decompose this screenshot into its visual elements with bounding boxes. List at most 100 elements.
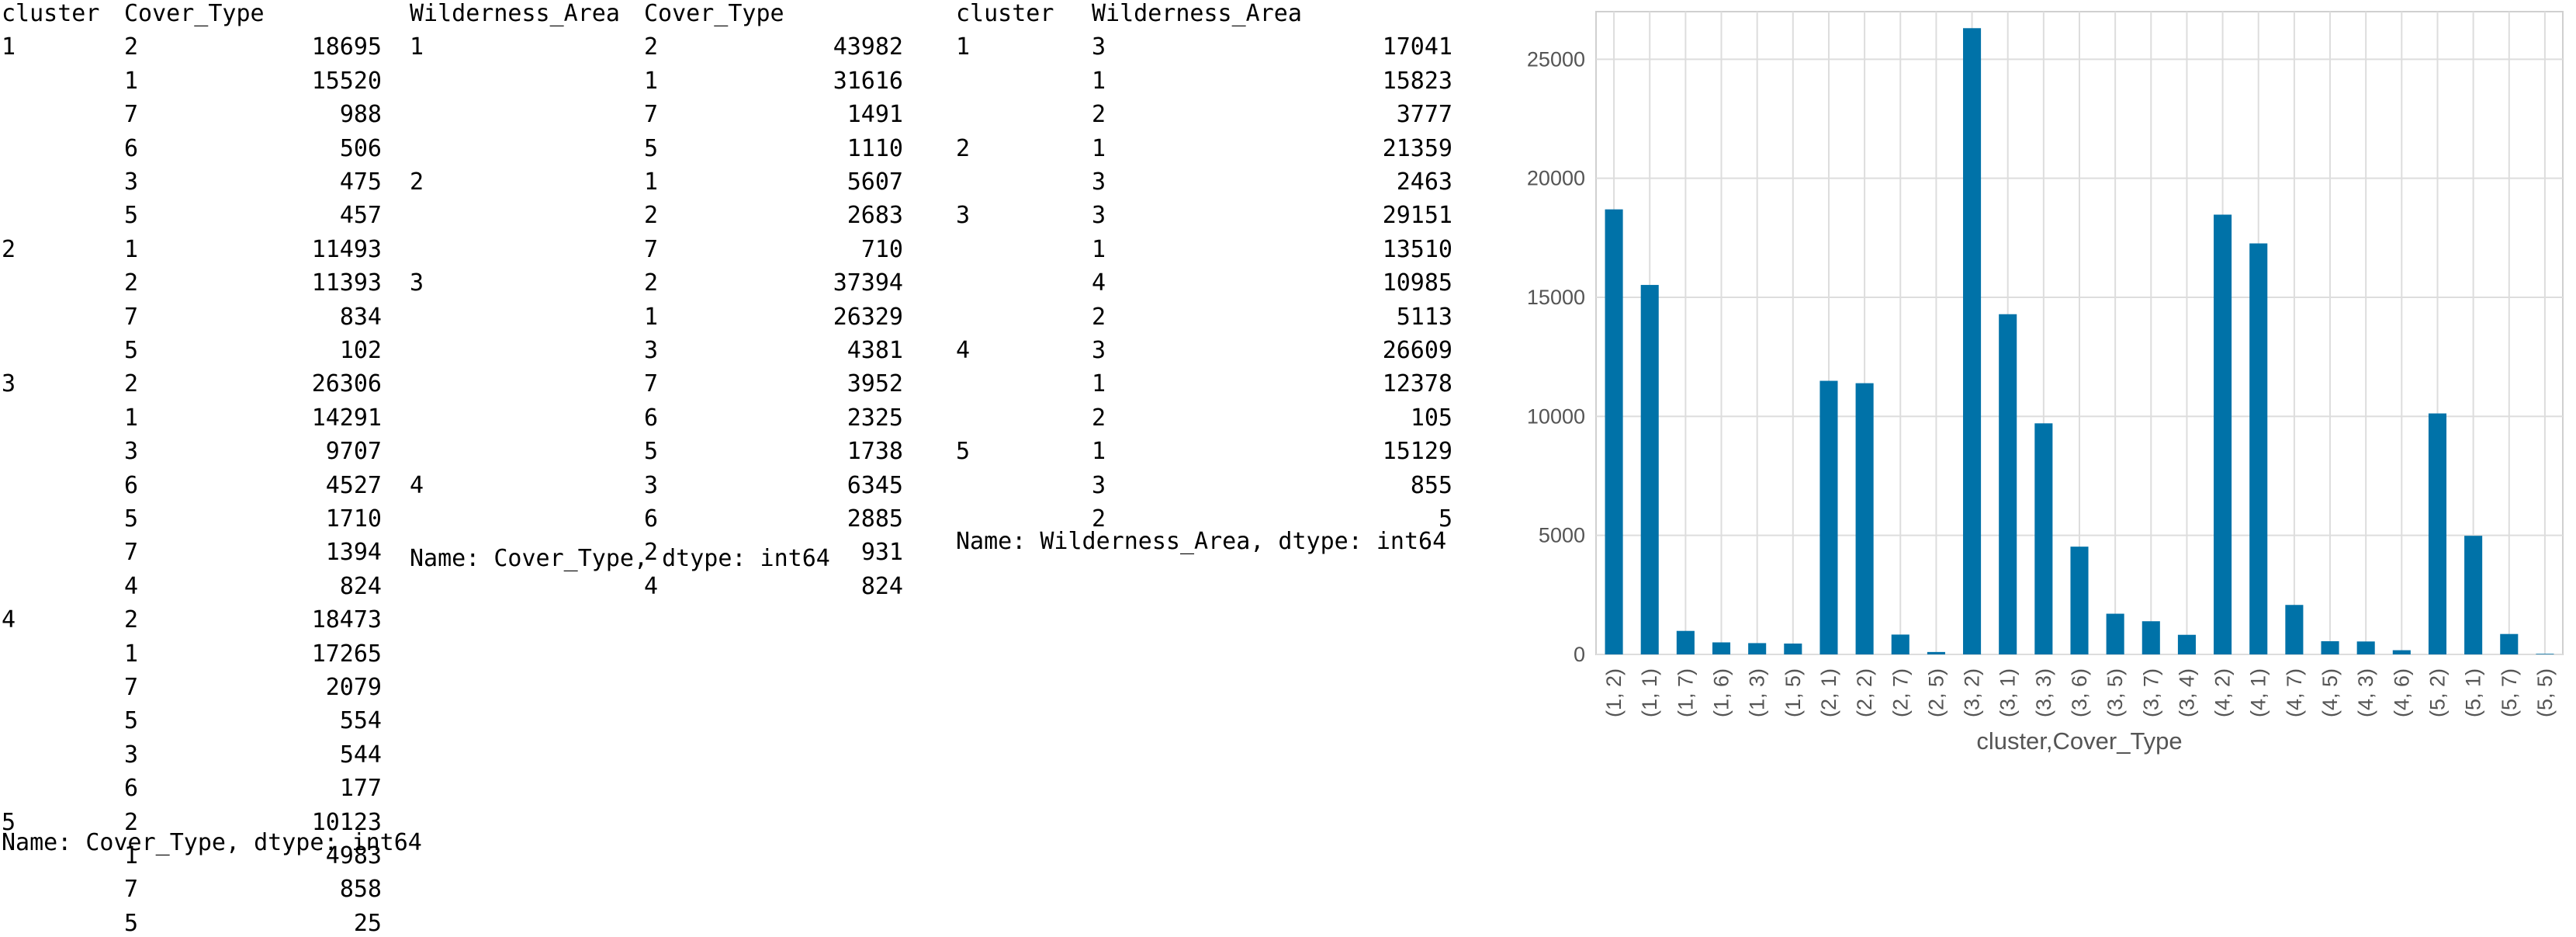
bar bbox=[2392, 650, 2411, 654]
index-header: cluster bbox=[2, 0, 100, 27]
count-value: 855 bbox=[1410, 472, 1452, 499]
count-value: 17041 bbox=[1382, 33, 1452, 61]
count-value: 4527 bbox=[325, 472, 382, 499]
count-value: 2079 bbox=[325, 674, 382, 701]
index-level-1: 3 bbox=[1092, 202, 1106, 229]
index-level-1: 2 bbox=[124, 370, 139, 397]
index-level-1: 1 bbox=[124, 404, 139, 432]
index-level-1: 2 bbox=[644, 202, 659, 229]
x-tick-label: (4, 5) bbox=[2318, 668, 2342, 717]
index-level-1: 1 bbox=[644, 168, 659, 196]
x-tick-label: (4, 7) bbox=[2283, 668, 2306, 717]
count-value: 15823 bbox=[1382, 68, 1452, 95]
index-level-1: 1 bbox=[124, 68, 139, 95]
bar bbox=[2034, 423, 2053, 654]
index-level-0: 5 bbox=[956, 438, 971, 465]
index-level-1: 1 bbox=[1092, 438, 1106, 465]
index-level-1: 1 bbox=[1092, 236, 1106, 263]
bar bbox=[1819, 380, 1838, 654]
x-tick-label: (4, 6) bbox=[2390, 668, 2413, 717]
x-tick-label: (4, 3) bbox=[2354, 668, 2377, 717]
index-level-1: 1 bbox=[124, 236, 139, 263]
bar bbox=[2177, 634, 2196, 654]
index-level-1: 2 bbox=[1092, 304, 1106, 331]
count-value: 5607 bbox=[847, 168, 903, 196]
index-level-1: 5 bbox=[124, 910, 139, 937]
index-level-0: 1 bbox=[2, 33, 16, 61]
count-value: 26329 bbox=[833, 304, 903, 331]
index-level-1: 7 bbox=[124, 539, 139, 566]
count-value: 31616 bbox=[833, 68, 903, 95]
index-level-1: 7 bbox=[124, 674, 139, 701]
count-value: 2463 bbox=[1396, 168, 1452, 196]
count-value: 1710 bbox=[325, 505, 382, 533]
count-value: 10985 bbox=[1382, 269, 1452, 297]
x-tick-label: (3, 6) bbox=[2068, 668, 2091, 717]
index-level-1: 7 bbox=[644, 101, 659, 128]
index-level-1: 4 bbox=[124, 573, 139, 600]
count-value: 988 bbox=[339, 101, 382, 128]
count-value: 858 bbox=[339, 876, 382, 903]
x-tick-label: (1, 2) bbox=[1602, 668, 1626, 717]
x-tick-label: (4, 2) bbox=[2211, 668, 2235, 717]
y-tick-label: 20000 bbox=[1527, 167, 1585, 190]
index-level-1: 1 bbox=[644, 68, 659, 95]
bar bbox=[2464, 536, 2483, 654]
index-level-1: 5 bbox=[124, 707, 139, 734]
index-level-0: 2 bbox=[956, 135, 971, 162]
index-level-1: 1 bbox=[644, 304, 659, 331]
x-tick-label: (3, 7) bbox=[2139, 668, 2162, 717]
index-level-1: 4 bbox=[644, 573, 659, 600]
index-level-1: 3 bbox=[1092, 337, 1106, 364]
count-value: 4381 bbox=[847, 337, 903, 364]
index-level-0: 1 bbox=[410, 33, 424, 61]
x-tick-label: (3, 2) bbox=[1961, 668, 1984, 717]
index-level-1: 6 bbox=[124, 775, 139, 802]
bar bbox=[2249, 243, 2268, 654]
x-tick-label: (1, 5) bbox=[1781, 668, 1805, 717]
count-value: 21359 bbox=[1382, 135, 1452, 162]
count-value: 15129 bbox=[1382, 438, 1452, 465]
count-value: 506 bbox=[339, 135, 382, 162]
index-level-1: 3 bbox=[1092, 472, 1106, 499]
index-level-0: 4 bbox=[956, 337, 971, 364]
x-tick-label: (2, 1) bbox=[1817, 668, 1840, 717]
count-value: 544 bbox=[339, 741, 382, 769]
count-value: 1491 bbox=[847, 101, 903, 128]
index-level-1: 5 bbox=[644, 438, 659, 465]
index-level-1: 1 bbox=[1092, 135, 1106, 162]
bar bbox=[2285, 605, 2304, 654]
index-level-0: 3 bbox=[956, 202, 971, 229]
x-tick-label: (3, 4) bbox=[2175, 668, 2198, 717]
y-tick-label: 25000 bbox=[1527, 47, 1585, 71]
x-tick-label: (1, 6) bbox=[1710, 668, 1733, 717]
index-header: Cover_Type bbox=[124, 0, 265, 27]
index-level-0: 1 bbox=[956, 33, 971, 61]
x-tick-label: (4, 1) bbox=[2247, 668, 2270, 717]
count-value: 11393 bbox=[311, 269, 382, 297]
index-level-1: 2 bbox=[124, 33, 139, 61]
count-value: 554 bbox=[339, 707, 382, 734]
count-value: 102 bbox=[339, 337, 382, 364]
series-footer: Name: Cover_Type, dtype: int64 bbox=[410, 545, 830, 572]
bar bbox=[2141, 621, 2160, 654]
bar bbox=[1640, 285, 1659, 654]
count-value: 37394 bbox=[833, 269, 903, 297]
count-value: 1394 bbox=[325, 539, 382, 566]
x-tick-label: (1, 7) bbox=[1674, 668, 1697, 717]
count-value: 15520 bbox=[311, 68, 382, 95]
count-value: 824 bbox=[339, 573, 382, 600]
index-level-0: 4 bbox=[2, 606, 16, 633]
count-value: 3777 bbox=[1396, 101, 1452, 128]
x-tick-label: (3, 5) bbox=[2103, 668, 2127, 717]
index-level-1: 5 bbox=[124, 505, 139, 533]
index-level-1: 3 bbox=[644, 472, 659, 499]
count-value: 457 bbox=[339, 202, 382, 229]
count-value: 12378 bbox=[1382, 370, 1452, 397]
index-level-1: 3 bbox=[124, 438, 139, 465]
bar bbox=[2214, 214, 2232, 655]
count-value: 13510 bbox=[1382, 236, 1452, 263]
bar bbox=[1676, 630, 1695, 654]
count-value: 834 bbox=[339, 304, 382, 331]
index-header: cluster bbox=[956, 0, 1054, 27]
